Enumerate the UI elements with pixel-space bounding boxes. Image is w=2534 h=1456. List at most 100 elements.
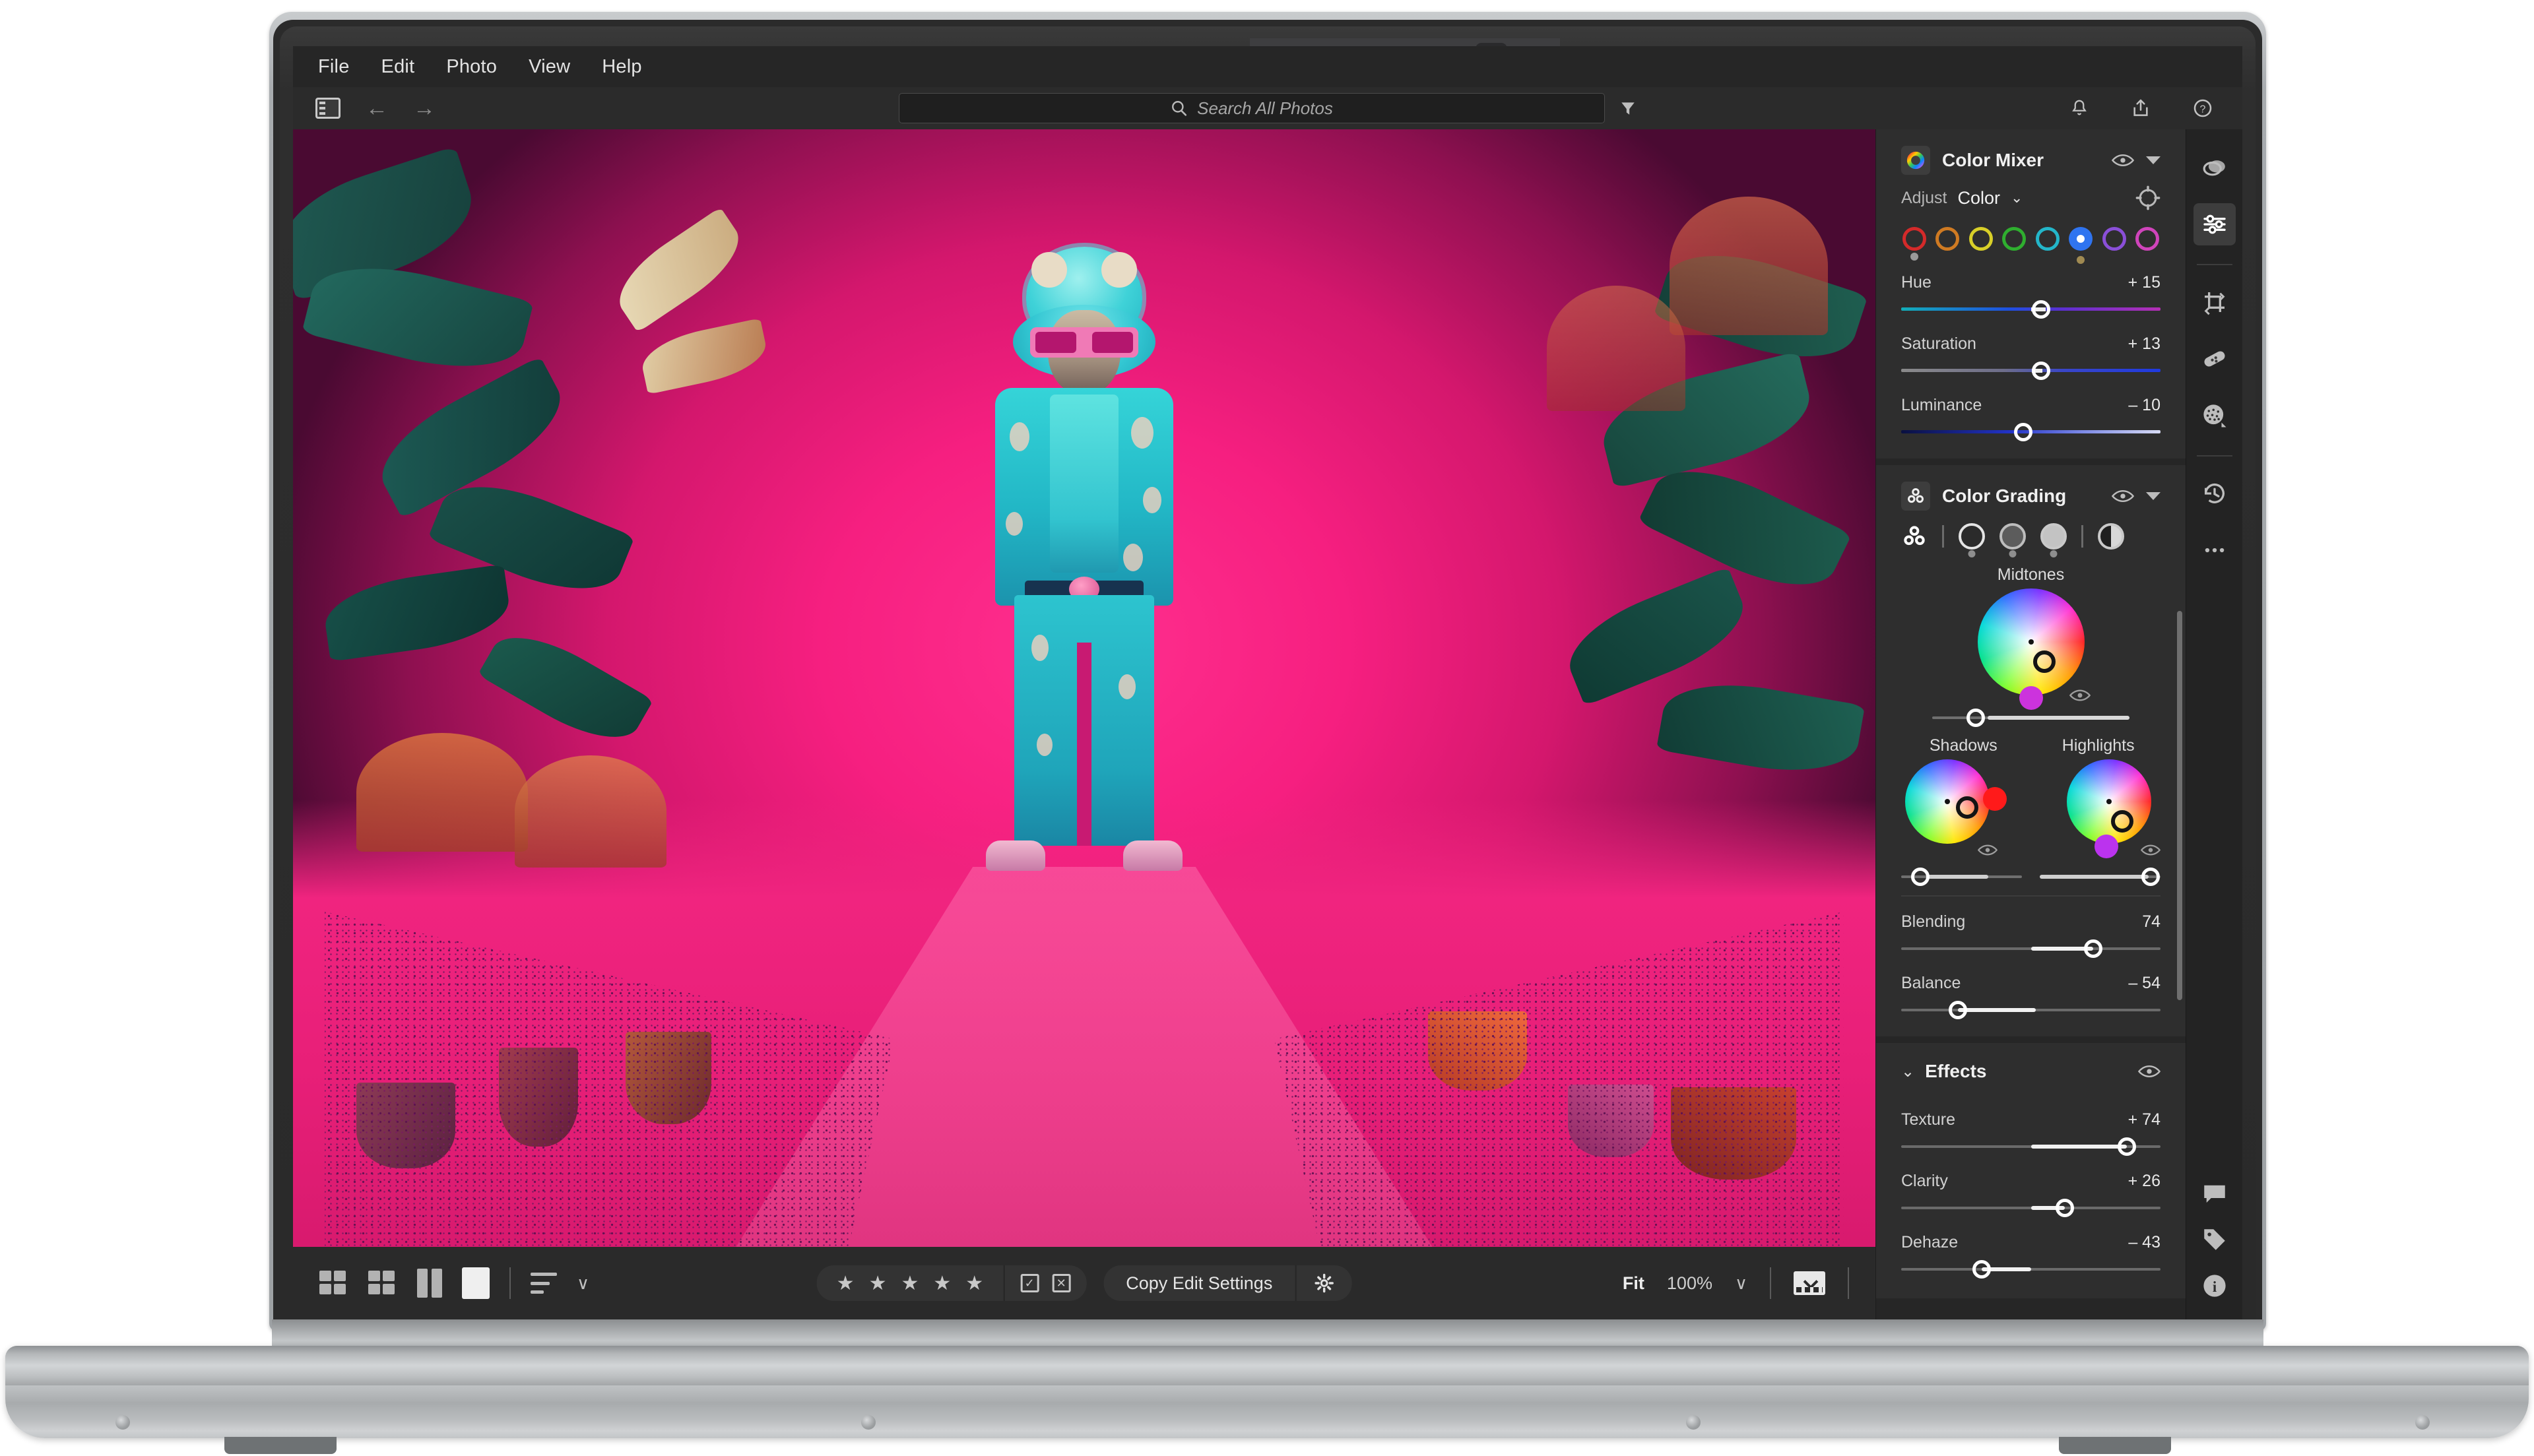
panel-scrollbar[interactable] [2177,611,2182,1000]
zoom-fit-label[interactable]: Fit [1623,1273,1644,1294]
effects-collapse-caret-icon[interactable]: ⌄ [1901,1062,1914,1081]
menu-file[interactable]: File [318,56,350,78]
view-grid-icon[interactable] [368,1271,397,1296]
swatch-aqua[interactable] [2035,227,2060,251]
flag-pick-icon[interactable]: ✓ [1020,1274,1039,1292]
shadows-column: Shadows [1901,724,2026,886]
jacket-pattern [1010,422,1029,451]
crop-icon[interactable] [2193,281,2236,323]
panel-color-mixer: Color Mixer Adjust Color ⌄ Hue + 15 Satu… [1876,129,2186,459]
highlights-color-wheel[interactable] [2067,759,2151,844]
star-1[interactable]: ★ [837,1272,855,1295]
healing-brush-icon[interactable] [2193,338,2236,380]
sort-icon[interactable] [531,1273,557,1294]
highlights-eye-icon[interactable] [2141,844,2160,856]
share-icon[interactable] [2130,98,2151,119]
filmstrip-toggle-icon[interactable] [1794,1271,1825,1295]
midtones-wheel-icon[interactable] [1999,523,2026,557]
swatch-yellow[interactable] [1968,227,1993,251]
swatch-purple[interactable] [2102,227,2126,251]
edit-settings-gear-button[interactable] [1295,1265,1351,1301]
effects-title: Effects [1925,1061,1987,1081]
global-wheel-icon[interactable] [2098,523,2124,550]
swatch-blue[interactable] [2069,227,2093,264]
shadows-wheel-icon[interactable] [1959,523,1985,557]
zoom-level-value[interactable]: 100% [1667,1273,1712,1294]
back-arrow-icon[interactable]: ← [366,97,388,119]
swatch-marker [1910,253,1918,261]
sort-chevron-down-icon[interactable]: ∨ [577,1273,589,1294]
slider-clarity: Clarity + 26 [1901,1172,2160,1217]
slider-saturation-knob[interactable] [2032,362,2051,380]
midtones-eye-icon[interactable] [2069,689,2091,702]
menu-photo[interactable]: Photo [446,56,497,78]
zoom-chevron-down-icon[interactable]: ∨ [1735,1273,1747,1294]
info-icon[interactable]: i [2201,1272,2228,1300]
menu-help[interactable]: Help [602,56,641,78]
star-5[interactable]: ★ [965,1272,983,1295]
shadows-luminance-knob[interactable] [1911,868,1930,886]
shadows-picker[interactable] [1955,796,1978,819]
flag-reject-icon[interactable]: ✕ [1052,1274,1071,1292]
copy-edit-settings-button[interactable]: Copy Edit Settings [1103,1265,1295,1301]
color-mixer-collapse-caret-icon[interactable] [2146,156,2160,164]
targeted-adjustment-icon[interactable] [2135,185,2160,210]
slider-dehaze-value: – 43 [2128,1233,2160,1251]
adjust-value[interactable]: Color [1957,188,2000,208]
slider-luminance-value: – 10 [2128,396,2160,414]
base-screw [115,1415,130,1430]
highlights-wheel-icon[interactable] [2040,523,2067,557]
tag-icon[interactable] [2201,1226,2228,1253]
midtones-picker[interactable] [2032,650,2056,673]
history-icon[interactable] [2193,472,2236,515]
panel-toggle-icon[interactable] [315,98,341,119]
view-grid-compare-icon[interactable] [319,1271,348,1296]
shadows-color-wheel[interactable] [1905,759,1990,844]
comment-icon[interactable] [2201,1180,2228,1207]
highlights-luminance-knob[interactable] [2141,868,2160,886]
star-4[interactable]: ★ [933,1272,951,1295]
slider-dehaze-knob[interactable] [1972,1260,1991,1279]
slider-blending-knob[interactable] [2083,939,2102,958]
adjust-chevron-down-icon[interactable]: ⌄ [2011,189,2023,206]
presets-icon[interactable] [2193,146,2236,189]
slider-texture-label: Texture [1901,1110,1955,1129]
three-wheels-icon[interactable] [1901,523,1928,550]
bottom-toolbar: ∨ ★ ★ ★ ★ ★ ✓ ✕ Copy Edit Settings Fit 1… [293,1247,1875,1319]
slider-clarity-knob[interactable] [2055,1199,2074,1217]
eye-visibility-icon[interactable] [2112,153,2134,168]
search-input[interactable]: Search All Photos [899,93,1605,123]
star-rating[interactable]: ★ ★ ★ ★ ★ [817,1272,1004,1295]
slider-balance-knob[interactable] [1949,1001,1968,1019]
slider-texture-knob[interactable] [2117,1137,2136,1156]
subject-shirt [1050,394,1119,573]
swatch-red[interactable] [1902,227,1926,261]
midtones-color-wheel[interactable] [1977,588,2085,695]
slider-luminance-knob[interactable] [2013,423,2032,441]
menu-edit[interactable]: Edit [381,56,415,78]
swatch-green[interactable] [2002,227,2027,251]
more-options-icon[interactable] [2193,529,2236,571]
forward-arrow-icon[interactable]: → [413,97,436,119]
color-grading-icon [1901,482,1930,511]
help-icon[interactable]: ? [2192,98,2213,119]
shadows-label: Shadows [1929,736,1998,755]
bell-icon[interactable] [2069,98,2089,119]
swatch-magenta[interactable] [2135,227,2159,251]
photo-canvas[interactable]: ∨ ★ ★ ★ ★ ★ ✓ ✕ Copy Edit Settings Fit 1… [293,129,1875,1319]
color-grading-collapse-caret-icon[interactable] [2146,492,2160,500]
swatch-orange[interactable] [1935,227,1960,251]
eye-visibility-icon[interactable] [2138,1064,2160,1079]
view-columns-icon[interactable] [417,1269,442,1298]
filter-icon[interactable] [1619,100,1637,117]
menu-view[interactable]: View [529,56,570,78]
star-3[interactable]: ★ [901,1272,919,1295]
edit-sliders-icon[interactable] [2193,203,2236,245]
highlights-picker[interactable] [2110,809,2133,833]
star-2[interactable]: ★ [869,1272,887,1295]
eye-visibility-icon[interactable] [2112,489,2134,503]
shadows-eye-icon[interactable] [1978,844,1998,856]
view-single-photo-icon[interactable] [462,1267,490,1299]
denoise-icon[interactable] [2193,395,2236,437]
slider-hue-knob[interactable] [2032,300,2051,319]
